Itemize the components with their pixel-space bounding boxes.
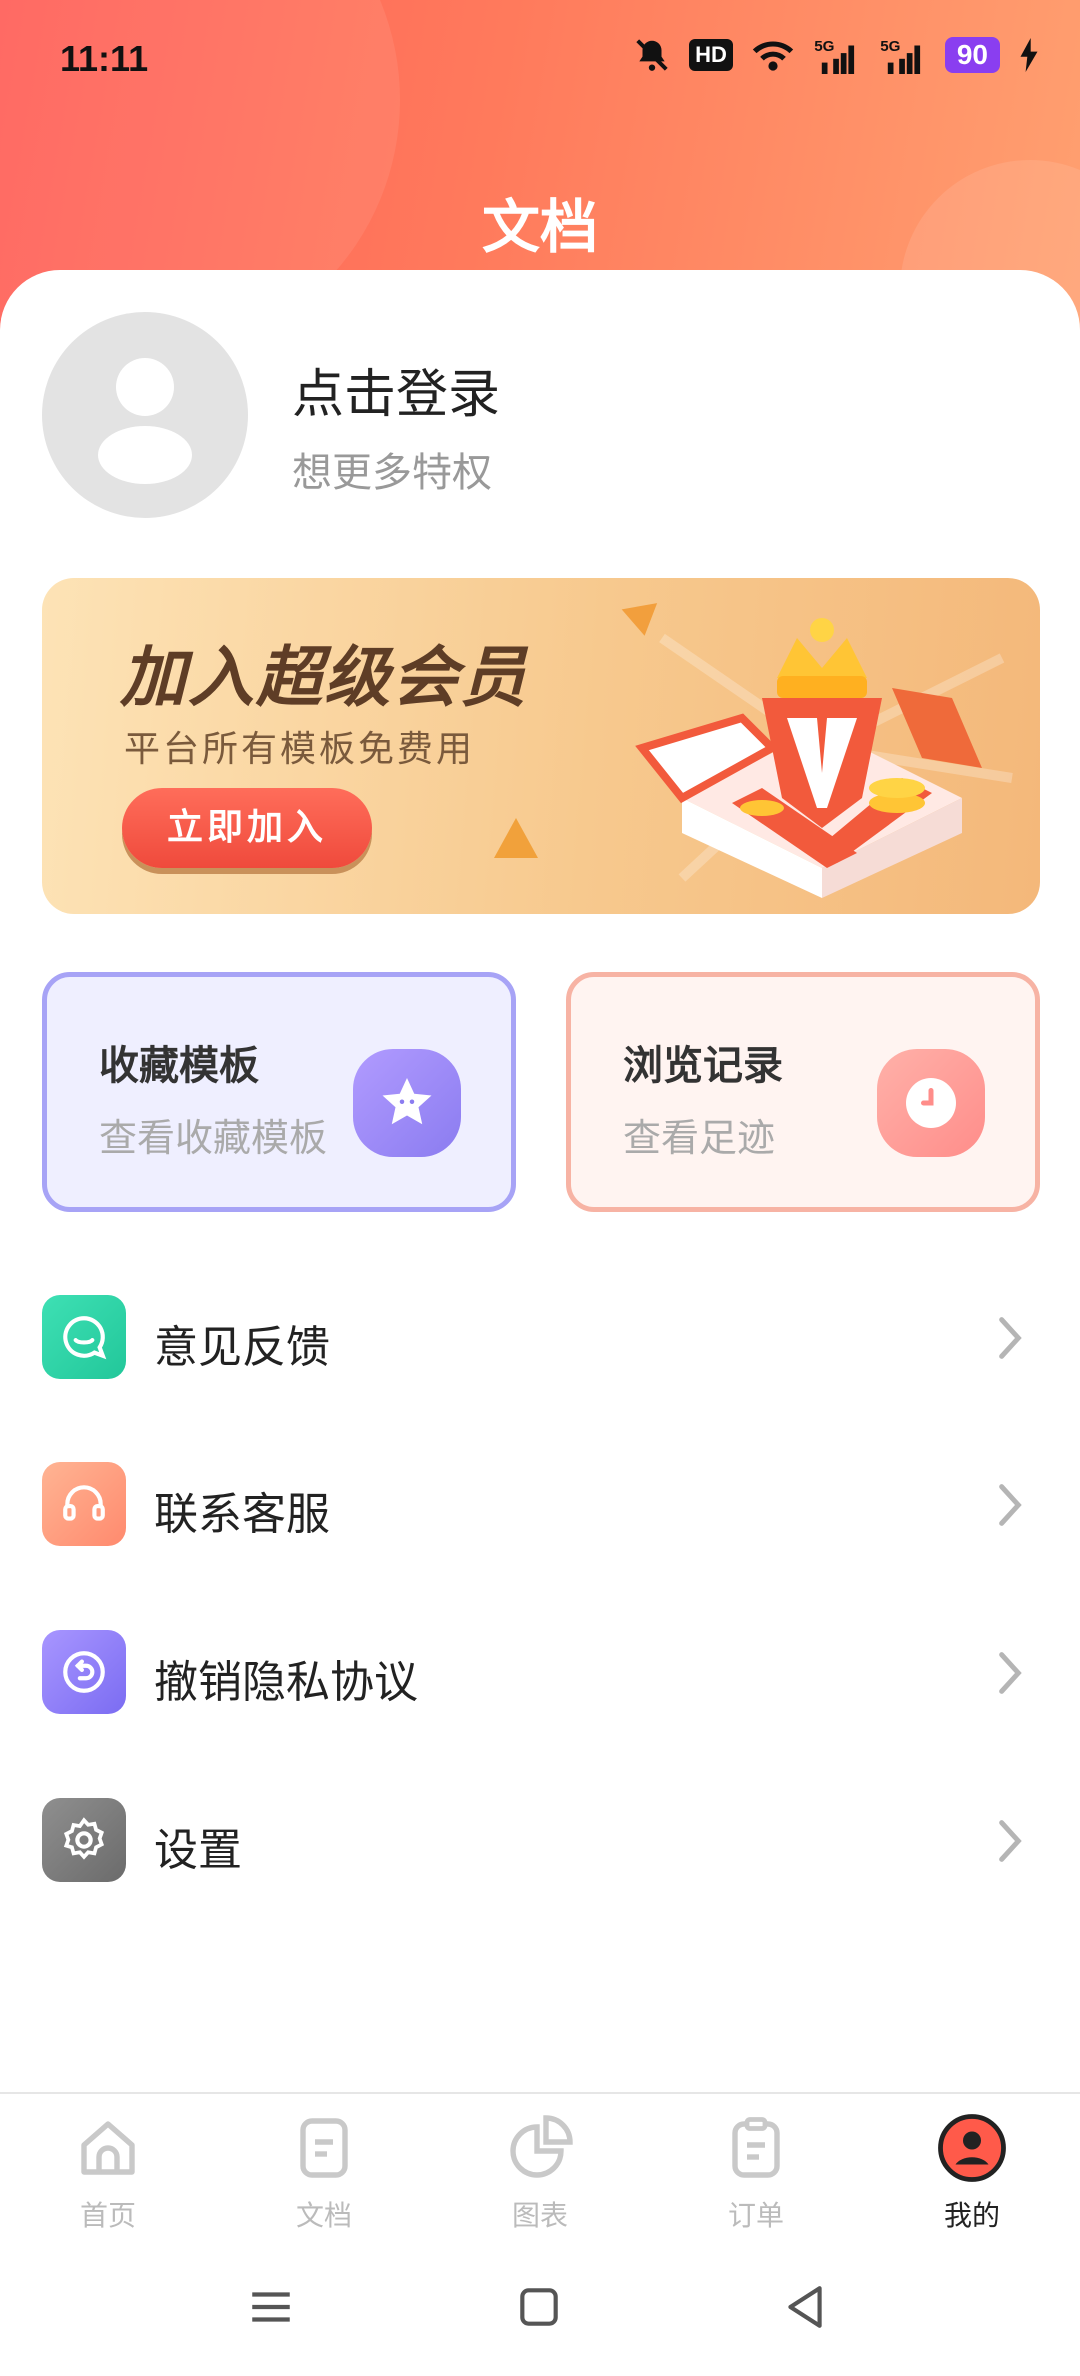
bottom-tab-bar: 首页 文档 图表 订单 我的 xyxy=(0,2092,1080,2242)
menu-label-customer-service: 联系客服 xyxy=(154,1489,330,1540)
svg-text:5G: 5G xyxy=(814,38,834,55)
join-now-button[interactable]: 立即加入 xyxy=(122,788,372,868)
browse-history-card[interactable]: 浏览记录 查看足迹 xyxy=(566,972,1040,1212)
wifi-icon xyxy=(752,41,794,71)
browse-history-title: 浏览记录 xyxy=(623,1043,783,1089)
back-nav-icon[interactable] xyxy=(780,2282,830,2332)
avatar[interactable] xyxy=(42,312,248,518)
menu-item-feedback[interactable]: 意见反馈 xyxy=(42,1283,1040,1393)
undo-icon xyxy=(42,1630,126,1714)
document-icon xyxy=(300,2118,348,2178)
clock-icon xyxy=(877,1049,985,1157)
chevron-right-icon xyxy=(999,1820,1022,1862)
login-button[interactable]: 点击登录 xyxy=(292,352,500,427)
menu-label-settings: 设置 xyxy=(154,1825,242,1876)
chevron-right-icon xyxy=(999,1652,1022,1694)
status-icons: HD 5G 5G 90 xyxy=(633,36,1040,74)
tab-orders-label: 订单 xyxy=(727,2199,784,2232)
svg-text:5G: 5G xyxy=(880,38,900,55)
gear-icon xyxy=(42,1798,126,1882)
tab-profile-label: 我的 xyxy=(943,2199,1000,2232)
tab-profile[interactable]: 我的 xyxy=(892,2112,1052,2242)
tab-home[interactable]: 首页 xyxy=(28,2112,188,2242)
menu-item-settings[interactable]: 设置 xyxy=(42,1786,1040,1896)
status-time: 11:11 xyxy=(60,38,149,79)
headset-icon xyxy=(42,1462,126,1546)
feedback-icon xyxy=(42,1295,126,1379)
page-title: 文档 xyxy=(481,193,598,261)
menu-nav-icon[interactable] xyxy=(246,2282,296,2332)
menu-label-revoke-privacy: 撤销隐私协议 xyxy=(154,1657,418,1708)
tab-charts[interactable]: 图表 xyxy=(460,2112,620,2242)
chart-icon xyxy=(510,2115,573,2178)
menu-item-revoke-privacy[interactable]: 撤销隐私协议 xyxy=(42,1618,1040,1728)
tab-home-label: 首页 xyxy=(79,2199,136,2232)
home-nav-icon[interactable] xyxy=(514,2282,564,2332)
star-icon xyxy=(353,1049,461,1157)
gift-box-illustration xyxy=(635,618,1013,898)
favorite-templates-subtitle: 查看收藏模板 xyxy=(99,1116,328,1160)
profile-icon xyxy=(938,2114,1006,2182)
system-navigation-bar xyxy=(0,2242,1080,2376)
signal-5g-icon-2: 5G xyxy=(880,38,920,74)
login-subtitle: 想更多特权 xyxy=(292,450,492,496)
menu-label-feedback: 意见反馈 xyxy=(154,1322,330,1373)
charging-icon xyxy=(1020,38,1038,72)
menu-item-customer-service[interactable]: 联系客服 xyxy=(42,1450,1040,1560)
status-bar: 11:11 HD 5G 5G 90 xyxy=(0,0,1080,120)
tab-documents[interactable]: 文档 xyxy=(244,2112,404,2242)
mute-bell-icon xyxy=(636,39,668,71)
tab-documents-label: 文档 xyxy=(295,2199,352,2232)
chevron-right-icon xyxy=(999,1317,1022,1359)
vip-banner-title: 加入超级会员 xyxy=(120,639,528,716)
home-icon xyxy=(81,2121,135,2175)
tab-orders[interactable]: 订单 xyxy=(676,2112,836,2242)
battery-indicator: 90 xyxy=(944,37,1000,73)
vip-banner[interactable]: 加入超级会员 平台所有模板免费用 立即加入 xyxy=(42,578,1040,914)
tab-charts-label: 图表 xyxy=(511,2199,568,2232)
signal-5g-icon: 5G xyxy=(814,38,854,74)
vip-banner-subtitle: 平台所有模板免费用 xyxy=(124,729,476,770)
favorite-templates-card[interactable]: 收藏模板 查看收藏模板 xyxy=(42,972,516,1212)
clipboard-icon xyxy=(732,2117,780,2178)
browse-history-subtitle: 查看足迹 xyxy=(623,1116,776,1160)
favorite-templates-title: 收藏模板 xyxy=(99,1043,259,1089)
hd-badge: HD xyxy=(689,39,733,71)
chevron-right-icon xyxy=(999,1484,1022,1526)
